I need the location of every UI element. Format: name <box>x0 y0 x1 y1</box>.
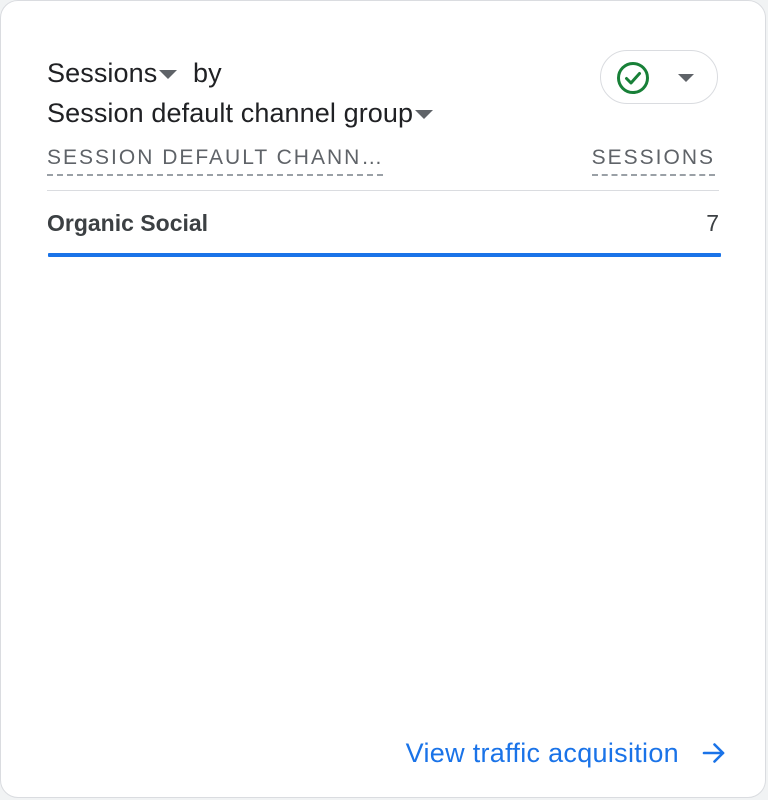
caret-down-icon <box>415 109 434 119</box>
sessions-by-channel-card: Sessions by Session default channel grou… <box>0 0 766 798</box>
caret-down-icon <box>159 69 178 79</box>
check-circle-icon <box>617 62 649 94</box>
title-line-dimension: Session default channel group <box>47 93 567 133</box>
card-title: Sessions by Session default channel grou… <box>47 53 567 133</box>
column-header-dimension[interactable]: SESSION DEFAULT CHANN… <box>47 144 383 176</box>
title-line-metric: Sessions by <box>47 53 567 93</box>
table-header-divider <box>47 190 719 191</box>
metric-dropdown-label: Sessions <box>47 58 158 88</box>
view-traffic-acquisition-link[interactable]: View traffic acquisition <box>406 733 727 773</box>
arrow-right-icon <box>702 743 725 763</box>
metric-dropdown[interactable]: Sessions <box>47 53 178 93</box>
table-row: Organic Social 7 <box>47 205 719 241</box>
chevron-down-icon <box>678 74 694 82</box>
row-bar-track <box>48 253 721 257</box>
footer-link-label: View traffic acquisition <box>405 737 679 768</box>
dimension-dropdown-label: Session default channel group <box>47 98 414 128</box>
row-share-bar <box>48 253 721 257</box>
row-label: Organic Social <box>47 210 209 236</box>
by-label: by <box>192 58 222 88</box>
column-header-sessions[interactable]: SESSIONS <box>591 144 715 176</box>
data-quality-status-button[interactable] <box>600 50 718 104</box>
dimension-dropdown[interactable]: Session default channel group <box>47 93 434 133</box>
row-value: 7 <box>706 210 719 236</box>
